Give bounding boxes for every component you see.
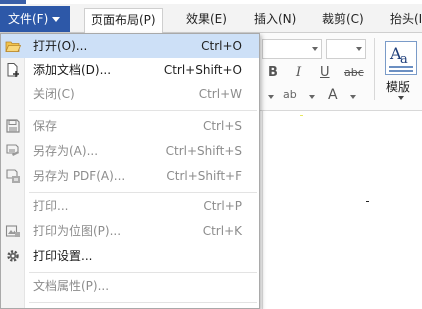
strikethrough-button[interactable]: abc xyxy=(344,62,364,84)
gear-icon xyxy=(7,250,19,262)
menu-item-shortcut: Ctrl+Shift+O xyxy=(163,63,242,77)
save-as-icon xyxy=(6,144,19,156)
menu-item-label: 文档属性(P)... xyxy=(33,279,110,293)
underline-button[interactable]: U xyxy=(320,62,330,84)
menu-item-shortcut: Ctrl+W xyxy=(198,87,242,101)
chevron-down-icon xyxy=(52,17,61,22)
menu-item-label: 另存为(A)... xyxy=(33,144,99,158)
tab-insert[interactable]: 插入(N) xyxy=(248,8,302,32)
menu-separator xyxy=(29,272,257,273)
menu-item-shortcut: Ctrl+Shift+F xyxy=(166,169,242,183)
menu-item-print-settings[interactable]: 打印设置... xyxy=(1,244,259,268)
menu-item-shortcut: Ctrl+Shift+S xyxy=(165,144,242,158)
tab-crop[interactable]: 裁剪(C) xyxy=(316,8,370,32)
menu-separator xyxy=(29,110,257,111)
tab-insert-label: 插入(N) xyxy=(254,12,297,26)
tab-page-layout-label: 页面布局(P) xyxy=(91,13,156,27)
italic-button[interactable]: I xyxy=(296,62,301,84)
chevron-down-icon xyxy=(312,47,318,51)
menu-separator xyxy=(29,302,257,303)
tab-file[interactable]: 文件(F) xyxy=(0,6,70,32)
file-menu: 打开(O)... Ctrl+O 添加文档(D)... Ctrl+Shift+O … xyxy=(0,33,260,309)
save-as-pdf-icon xyxy=(6,169,20,183)
template-line xyxy=(389,70,413,72)
tab-effects[interactable]: 效果(E) xyxy=(180,8,233,32)
ribbon-separator xyxy=(374,38,375,100)
chevron-down-icon[interactable] xyxy=(268,95,274,99)
speck xyxy=(300,115,303,116)
save-icon xyxy=(6,119,20,133)
menu-item-shortcut: Ctrl+O xyxy=(201,39,242,53)
folder-open-icon xyxy=(5,41,21,52)
menu-item-label: 打开(O)... xyxy=(33,39,88,53)
menu-item-label: 关闭(C) xyxy=(33,87,75,101)
menu-item-label: 打印... xyxy=(33,199,69,213)
chevron-down-icon[interactable] xyxy=(350,95,356,99)
speck xyxy=(366,201,369,202)
menu-item-print[interactable]: 打印... Ctrl+P xyxy=(1,194,259,218)
chevron-down-icon xyxy=(356,47,362,51)
menu-item-label: 打印为位图(P)... xyxy=(33,224,122,238)
template-line xyxy=(389,66,413,68)
tab-crop-label: 裁剪(C) xyxy=(322,12,364,26)
menu-item-label: 打印设置... xyxy=(33,249,93,263)
chevron-down-icon[interactable] xyxy=(398,96,404,100)
menu-tab-bar: 文件(F) 页面布局(P) 效果(E) 插入(N) 裁剪(C) 抬头(I) xyxy=(0,4,422,34)
print-bitmap-icon xyxy=(5,225,20,237)
tab-header-label: 抬头(I) xyxy=(390,12,422,26)
template-glyph-small: a xyxy=(400,52,408,67)
bold-button[interactable]: B xyxy=(268,62,278,84)
tab-header[interactable]: 抬头(I) xyxy=(384,8,422,32)
highlight-button[interactable]: ab xyxy=(283,84,297,106)
menu-item-label: 保存 xyxy=(33,119,58,133)
chevron-down-icon[interactable] xyxy=(309,95,315,99)
font-name-combo[interactable] xyxy=(262,39,322,59)
add-document-icon xyxy=(7,63,19,77)
font-size-combo[interactable] xyxy=(326,39,366,59)
menu-item-save-as[interactable]: 另存为(A)... Ctrl+Shift+S xyxy=(1,139,259,163)
menu-item-close[interactable]: 关闭(C) Ctrl+W xyxy=(1,82,259,106)
menu-item-shortcut: Ctrl+S xyxy=(202,119,242,133)
menu-item-open[interactable]: 打开(O)... Ctrl+O xyxy=(1,34,259,58)
template-label[interactable]: 模版 xyxy=(386,78,410,95)
tab-effects-label: 效果(E) xyxy=(186,12,227,26)
menu-item-save-as-pdf[interactable]: 另存为 PDF(A)... Ctrl+Shift+F xyxy=(1,164,259,188)
menu-item-shortcut: Ctrl+K xyxy=(202,224,242,238)
menu-item-shortcut: Ctrl+P xyxy=(203,199,242,213)
font-color-button[interactable]: A xyxy=(328,84,338,106)
page-edge xyxy=(262,111,263,309)
menu-separator xyxy=(29,192,257,193)
tab-file-label: 文件(F) xyxy=(8,12,49,26)
menu-item-label: 添加文档(D)... xyxy=(33,63,112,77)
menu-item-document-properties[interactable]: 文档属性(P)... xyxy=(1,274,259,298)
template-icon[interactable]: A a xyxy=(385,41,417,75)
menu-item-label: 另存为 PDF(A)... xyxy=(33,169,126,183)
menu-item-print-bitmap[interactable]: 打印为位图(P)... Ctrl+K xyxy=(1,219,259,243)
tab-page-layout[interactable]: 页面布局(P) xyxy=(84,8,163,34)
menu-item-save[interactable]: 保存 Ctrl+S xyxy=(1,114,259,138)
menu-item-add-document[interactable]: 添加文档(D)... Ctrl+Shift+O xyxy=(1,58,259,82)
